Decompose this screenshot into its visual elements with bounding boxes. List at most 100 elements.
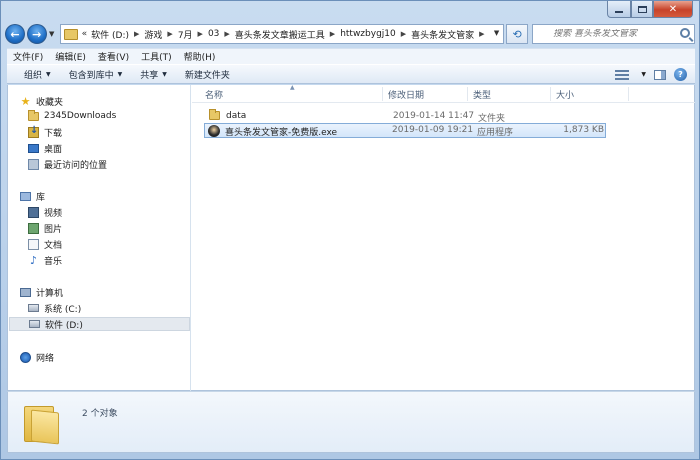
forward-arrow-icon: → bbox=[32, 27, 42, 41]
chevron-right-icon[interactable]: ▶ bbox=[330, 30, 335, 38]
search-input[interactable] bbox=[553, 29, 674, 39]
column-divider[interactable] bbox=[628, 87, 629, 101]
drive-icon bbox=[29, 320, 40, 328]
menu-edit[interactable]: 编辑(E) bbox=[49, 50, 92, 63]
breadcrumb-overflow[interactable]: « bbox=[82, 29, 88, 39]
breadcrumb: 软件 (D:) ▶ 游戏 ▶ 7月 ▶ 03 ▶ 喜头条发文章搬运工具 ▶ httwzby… bbox=[91, 28, 489, 41]
column-header-name[interactable]: 名称 bbox=[205, 88, 223, 101]
minimize-button[interactable] bbox=[607, 1, 631, 18]
nav-item-drive-c[interactable]: 系统 (C:) bbox=[28, 301, 81, 315]
address-bar[interactable]: « 软件 (D:) ▶ 游戏 ▶ 7月 ▶ 03 ▶ 喜头条发文章搬运工具 ▶ httwz… bbox=[59, 24, 505, 44]
search-box[interactable] bbox=[532, 24, 695, 44]
help-icon[interactable]: ? bbox=[674, 68, 687, 81]
nav-item-2345downloads[interactable]: 2345Downloads bbox=[28, 109, 116, 123]
back-button[interactable]: ← bbox=[5, 24, 25, 44]
breadcrumb-item[interactable]: 游戏 bbox=[144, 28, 162, 41]
nav-computer-label: 计算机 bbox=[36, 288, 64, 299]
nav-favorites-label: 收藏夹 bbox=[36, 97, 64, 108]
column-divider[interactable] bbox=[467, 87, 468, 101]
breadcrumb-item[interactable]: httwzbygj10 bbox=[340, 29, 396, 39]
nav-item-label: 音乐 bbox=[44, 256, 63, 267]
nav-item-label: 桌面 bbox=[44, 144, 63, 155]
breadcrumb-item[interactable]: 喜头条发文管家 bbox=[411, 28, 474, 41]
view-options-dropdown[interactable]: ▼ bbox=[641, 71, 646, 78]
library-icon bbox=[20, 191, 31, 201]
view-controls: ▼ ? bbox=[615, 68, 687, 81]
breadcrumb-item[interactable]: 喜头条发文章搬运工具 bbox=[235, 28, 325, 41]
chevron-right-icon[interactable]: ▶ bbox=[198, 30, 203, 38]
close-button[interactable]: ✕ bbox=[653, 1, 693, 18]
menu-tools[interactable]: 工具(T) bbox=[135, 50, 178, 63]
preview-pane-icon[interactable] bbox=[654, 69, 666, 80]
nav-item-pictures[interactable]: 图片 bbox=[28, 221, 62, 235]
chevron-right-icon[interactable]: ▶ bbox=[134, 30, 139, 38]
nav-network-label: 网络 bbox=[36, 353, 55, 364]
file-row-exe[interactable]: 喜头条发文管家-免费版.exe 2019-01-09 19:21 应用程序 1,… bbox=[204, 123, 606, 138]
computer-icon bbox=[20, 287, 31, 297]
refresh-button[interactable]: ⟲ bbox=[506, 24, 529, 44]
nav-item-label: 最近访问的位置 bbox=[44, 160, 108, 171]
nav-libraries[interactable]: 库 bbox=[20, 189, 45, 203]
forward-button[interactable]: → bbox=[26, 24, 47, 44]
column-header-modified[interactable]: 修改日期 bbox=[388, 88, 424, 101]
folder-icon bbox=[28, 109, 39, 121]
nav-item-recent-places[interactable]: 最近访问的位置 bbox=[28, 157, 107, 171]
column-header-type[interactable]: 类型 bbox=[473, 88, 491, 101]
search-icon[interactable] bbox=[679, 28, 690, 38]
nav-item-downloads[interactable]: 下载 bbox=[28, 125, 62, 139]
column-header-row: ▲ 名称 修改日期 类型 大小 bbox=[192, 84, 695, 103]
details-pane: 2 个对象 bbox=[7, 391, 695, 453]
chevron-right-icon[interactable]: ▶ bbox=[401, 30, 406, 38]
menu-view[interactable]: 查看(V) bbox=[92, 50, 135, 63]
organize-label: 组织 bbox=[24, 70, 43, 81]
nav-item-label: 下载 bbox=[44, 128, 63, 139]
chevron-right-icon[interactable]: ▶ bbox=[167, 30, 172, 38]
video-library-icon bbox=[28, 206, 39, 218]
star-icon: ★ bbox=[20, 94, 31, 108]
navigation-pane[interactable]: ★ 收藏夹 2345Downloads 下载 桌面 最近访问的位置 库 视频 图片… bbox=[8, 85, 191, 391]
menu-help[interactable]: 帮助(H) bbox=[178, 50, 222, 63]
desktop-icon bbox=[28, 143, 39, 153]
file-name: data bbox=[226, 111, 247, 121]
chevron-down-icon: ▼ bbox=[46, 70, 51, 78]
download-folder-icon bbox=[28, 125, 39, 138]
nav-item-drive-d[interactable]: 软件 (D:) bbox=[9, 317, 190, 331]
column-divider[interactable] bbox=[550, 87, 551, 101]
file-size: 1,873 KB bbox=[563, 125, 604, 135]
navigation-row: ← → ▼ « 软件 (D:) ▶ 游戏 ▶ 7月 ▶ 03 ▶ 喜头条发文章搬运工具 ▶… bbox=[5, 23, 695, 45]
address-history-dropdown[interactable]: ▼ bbox=[494, 29, 499, 37]
change-view-icon[interactable] bbox=[615, 69, 630, 80]
breadcrumb-item[interactable]: 03 bbox=[208, 29, 219, 39]
nav-item-videos[interactable]: 视频 bbox=[28, 205, 62, 219]
include-in-library-label: 包含到库中 bbox=[68, 70, 114, 81]
breadcrumb-item[interactable]: 7月 bbox=[178, 28, 193, 41]
recent-pages-dropdown[interactable]: ▼ bbox=[47, 30, 57, 38]
share-label: 共享 bbox=[140, 70, 159, 81]
nav-network[interactable]: 网络 bbox=[20, 350, 54, 364]
nav-item-music[interactable]: ♪ 音乐 bbox=[28, 253, 62, 267]
chevron-right-icon[interactable]: ▶ bbox=[224, 30, 229, 38]
share-button[interactable]: 共享 ▼ bbox=[131, 68, 176, 81]
nav-item-label: 软件 (D:) bbox=[45, 320, 83, 331]
new-folder-button[interactable]: 新建文件夹 bbox=[176, 68, 239, 81]
organize-button[interactable]: 组织 ▼ bbox=[15, 68, 60, 81]
file-list[interactable]: ▲ 名称 修改日期 类型 大小 data 2019-01-14 11:47 文件… bbox=[192, 84, 695, 391]
file-row-data[interactable]: data 2019-01-14 11:47 文件夹 bbox=[204, 109, 606, 124]
chevron-right-icon[interactable]: ▶ bbox=[479, 30, 484, 38]
nav-computer[interactable]: 计算机 bbox=[20, 285, 63, 299]
include-in-library-button[interactable]: 包含到库中 ▼ bbox=[60, 68, 132, 81]
column-header-size[interactable]: 大小 bbox=[556, 88, 574, 101]
breadcrumb-item[interactable]: 软件 (D:) bbox=[91, 28, 129, 41]
nav-item-documents[interactable]: 文档 bbox=[28, 237, 62, 251]
nav-favorites[interactable]: ★ 收藏夹 bbox=[20, 94, 63, 108]
nav-item-label: 图片 bbox=[44, 224, 63, 235]
column-divider[interactable] bbox=[382, 87, 383, 101]
sort-ascending-icon: ▲ bbox=[290, 84, 295, 91]
maximize-icon bbox=[637, 5, 647, 13]
nav-item-desktop[interactable]: 桌面 bbox=[28, 141, 62, 155]
command-bar: 组织 ▼ 包含到库中 ▼ 共享 ▼ 新建文件夹 ▼ ? bbox=[7, 64, 695, 84]
folder-icon bbox=[63, 28, 78, 40]
new-folder-label: 新建文件夹 bbox=[184, 70, 230, 81]
menu-file[interactable]: 文件(F) bbox=[7, 50, 49, 63]
maximize-button[interactable] bbox=[631, 1, 653, 18]
